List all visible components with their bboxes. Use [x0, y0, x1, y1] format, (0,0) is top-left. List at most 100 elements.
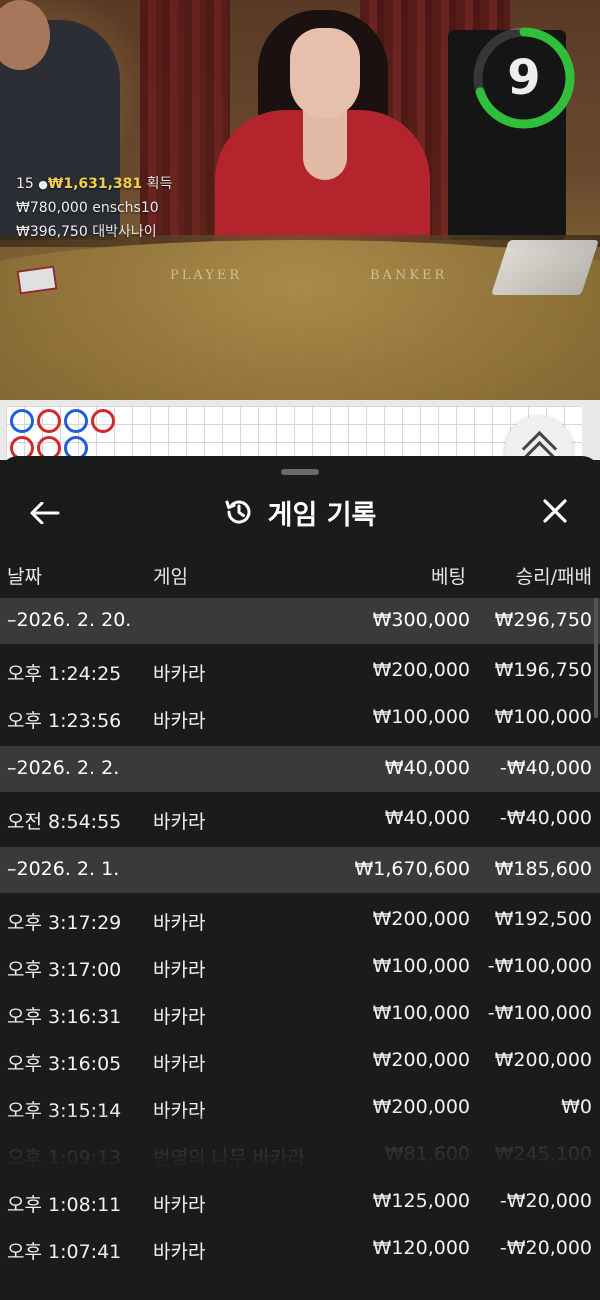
- row-time: 오후 1:08:11: [7, 1194, 122, 1216]
- card-shoe: [491, 240, 599, 295]
- history-row[interactable]: 오후 1:24:25 바카라 ₩200,000 ₩196,750: [0, 648, 600, 695]
- row-bet: ₩100,000: [372, 955, 470, 977]
- row-time: 오후 3:16:05: [7, 1053, 122, 1075]
- column-header-game: 게임: [153, 566, 188, 588]
- row-result: ₩192,500: [494, 908, 592, 930]
- row-time: 오후 3:16:31: [7, 1006, 122, 1028]
- column-header-date: 날짜: [7, 566, 42, 588]
- bead-player: [64, 409, 88, 433]
- history-row[interactable]: 오후 3:17:00 바카라 ₩100,000 -₩100,000: [0, 944, 600, 991]
- row-game: 번영의 나무 바카라: [153, 1147, 305, 1169]
- history-row[interactable]: 오후 3:16:05 바카라 ₩200,000 ₩200,000: [0, 1038, 600, 1085]
- group-result-total: ₩296,750: [494, 609, 592, 631]
- row-game: 바카라: [153, 959, 206, 981]
- history-row[interactable]: 오후 1:07:41 바카라 ₩120,000 -₩20,000: [0, 1226, 600, 1273]
- group-result-total: ₩185,600: [494, 858, 592, 880]
- row-bet: ₩40,000: [384, 807, 470, 829]
- row-result: ₩245,100: [494, 1143, 592, 1165]
- history-row[interactable]: 오후 1:23:56 바카라 ₩100,000 ₩100,000: [0, 695, 600, 742]
- group-bet-total: ₩1,670,600: [354, 858, 470, 880]
- column-header-bet: 베팅: [431, 566, 466, 588]
- felt-label-player: PLAYER: [170, 268, 243, 283]
- row-bet: ₩120,000: [372, 1237, 470, 1259]
- row-time: 오후 3:17:29: [7, 912, 122, 934]
- date-group-row[interactable]: –2026. 2. 20. ₩300,000 ₩296,750: [0, 598, 600, 644]
- row-bet: ₩100,000: [372, 706, 470, 728]
- row-game: 바카라: [153, 710, 206, 732]
- row-time: 오후 3:15:14: [7, 1100, 122, 1122]
- row-bet: ₩200,000: [372, 1096, 470, 1118]
- bead-banker: [37, 409, 61, 433]
- close-button[interactable]: [540, 496, 570, 526]
- row-game: 바카라: [153, 1194, 206, 1216]
- group-date: –2026. 2. 2.: [7, 757, 120, 779]
- row-result: -₩20,000: [499, 1190, 592, 1212]
- row-result: -₩100,000: [487, 1002, 592, 1024]
- game-history-sheet: 게임 기록 날짜 게임 베팅 승리/패배 –2026. 2. 20. ₩300,0…: [0, 456, 600, 1300]
- winner-row: ₩396,750 대박사나이: [16, 220, 172, 244]
- group-bet-total: ₩40,000: [384, 757, 470, 779]
- group-result-total: -₩40,000: [499, 757, 592, 779]
- row-game: 바카라: [153, 912, 206, 934]
- sheet-title: 게임 기록: [267, 499, 377, 531]
- winner-row: ₩780,000 enschs10: [16, 196, 172, 220]
- row-time: 오전 8:54:55: [7, 811, 122, 833]
- sheet-header: 게임 기록: [0, 476, 600, 548]
- history-clock-icon: [225, 500, 251, 524]
- live-video-stream: PLAYER BANKER 9 15 ●₩1,631,381 획득 ₩780,0…: [0, 0, 600, 400]
- row-game: 바카라: [153, 1053, 206, 1075]
- row-time: 오후 1:07:41: [7, 1241, 122, 1263]
- row-bet: ₩125,000: [372, 1190, 470, 1212]
- winners-total: ₩1,631,381: [47, 176, 143, 192]
- felt-label-banker: BANKER: [370, 268, 448, 283]
- sheet-drag-handle[interactable]: [281, 469, 319, 475]
- row-bet: ₩81,600: [384, 1143, 470, 1165]
- row-game: 바카라: [153, 1100, 206, 1122]
- history-scrollbar[interactable]: [594, 598, 598, 718]
- dealer-neck: [303, 110, 347, 180]
- row-game: 바카라: [153, 1241, 206, 1263]
- row-result: ₩200,000: [494, 1049, 592, 1071]
- countdown-timer-value: 9: [507, 50, 541, 106]
- history-row[interactable]: 오후 3:15:14 바카라 ₩200,000 ₩0: [0, 1085, 600, 1132]
- winners-total-suffix: 획득: [146, 176, 173, 192]
- bead-player: [10, 409, 34, 433]
- row-bet: ₩100,000: [372, 1002, 470, 1024]
- column-header-result: 승리/패배: [515, 566, 592, 588]
- date-group-row[interactable]: –2026. 2. 1. ₩1,670,600 ₩185,600: [0, 847, 600, 893]
- winner-name: enschs10: [92, 200, 159, 216]
- history-row[interactable]: 오후 3:17:29 바카라 ₩200,000 ₩192,500: [0, 897, 600, 944]
- row-bet: ₩200,000: [372, 908, 470, 930]
- history-row[interactable]: 오후 1:09:13 번영의 나무 바카라 ₩81,600 ₩245,100: [0, 1132, 600, 1179]
- row-game: 바카라: [153, 663, 206, 685]
- row-bet: ₩200,000: [372, 1049, 470, 1071]
- row-time: 오후 1:09:13: [7, 1147, 122, 1169]
- close-icon: [543, 499, 567, 523]
- row-result: -₩20,000: [499, 1237, 592, 1259]
- sheet-title-wrap: 게임 기록: [0, 476, 600, 548]
- person-icon: ●: [38, 178, 48, 191]
- dealer-face: [290, 28, 360, 118]
- bead-banker: [91, 409, 115, 433]
- history-row[interactable]: 오후 3:16:31 바카라 ₩100,000 -₩100,000: [0, 991, 600, 1038]
- winners-overlay: 15 ●₩1,631,381 획득 ₩780,000 enschs10 ₩396…: [16, 172, 172, 244]
- winner-name: 대박사나이: [92, 224, 157, 240]
- winners-summary: 15 ●₩1,631,381 획득: [16, 172, 172, 196]
- history-row[interactable]: 오후 1:08:11 바카라 ₩125,000 -₩20,000: [0, 1179, 600, 1226]
- history-row[interactable]: 오전 8:54:55 바카라 ₩40,000 -₩40,000: [0, 796, 600, 843]
- history-table-header: 날짜 게임 베팅 승리/패배: [0, 556, 600, 596]
- winners-count: 15: [16, 176, 34, 192]
- row-bet: ₩200,000: [372, 659, 470, 681]
- row-result: ₩0: [561, 1096, 592, 1118]
- date-group-row[interactable]: –2026. 2. 2. ₩40,000 -₩40,000: [0, 746, 600, 792]
- history-list[interactable]: –2026. 2. 20. ₩300,000 ₩296,750 오후 1:24:25 바…: [0, 598, 600, 1300]
- group-bet-total: ₩300,000: [372, 609, 470, 631]
- row-result: -₩100,000: [487, 955, 592, 977]
- row-result: -₩40,000: [499, 807, 592, 829]
- row-result: ₩100,000: [494, 706, 592, 728]
- winner-amount: ₩780,000: [16, 200, 88, 216]
- row-time: 오후 3:17:00: [7, 959, 122, 981]
- row-time: 오후 1:23:56: [7, 710, 122, 732]
- row-time: 오후 1:24:25: [7, 663, 122, 685]
- row-result: ₩196,750: [494, 659, 592, 681]
